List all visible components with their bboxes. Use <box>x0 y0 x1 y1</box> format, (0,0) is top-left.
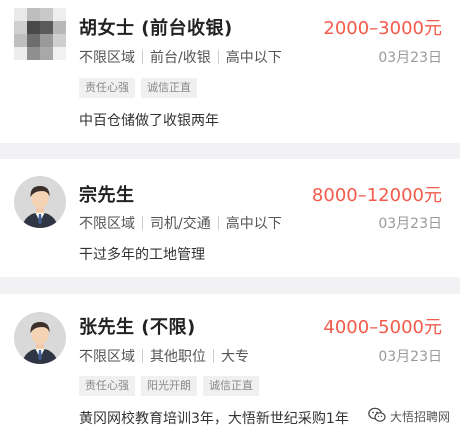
area-label: 不限区域 <box>79 216 135 232</box>
candidate-name: 胡女士 (前台收银) <box>79 18 233 39</box>
position-label: 司机/交通 <box>150 216 211 232</box>
male-avatar-icon <box>14 312 66 364</box>
watermark-text: 大悟招聘网 <box>389 410 450 424</box>
tag: 责任心强 <box>79 376 135 396</box>
tag: 诚信正直 <box>141 78 197 98</box>
tag-list: 责任心强 阳光开朗 诚信正直 <box>79 376 259 396</box>
candidate-card[interactable]: 胡女士 (前台收银) 2000–3000元 不限区域 前台/收银 高中以下 03… <box>0 0 460 143</box>
candidate-description: 黄冈网校教育培训3年，大悟新世纪采购1年 <box>79 411 349 427</box>
divider <box>142 216 143 230</box>
area-label: 不限区域 <box>79 349 135 365</box>
candidate-meta: 不限区域 前台/收银 高中以下 <box>79 47 282 67</box>
candidate-card[interactable]: 宗先生 8000–12000元 不限区域 司机/交通 高中以下 03月23日 干… <box>0 159 460 277</box>
candidate-meta: 不限区域 其他职位 大专 <box>79 346 249 366</box>
education-label: 大专 <box>221 349 249 365</box>
tag-list: 责任心强 诚信正直 <box>79 78 197 98</box>
tag: 诚信正直 <box>203 376 259 396</box>
divider <box>217 216 219 230</box>
watermark: 大悟招聘网 <box>365 406 452 427</box>
post-date: 03月23日 <box>378 50 442 66</box>
divider <box>217 50 219 64</box>
pixelated-photo-avatar <box>14 8 66 60</box>
candidate-description: 干过多年的工地管理 <box>79 247 205 263</box>
education-label: 高中以下 <box>225 50 282 66</box>
candidate-salary: 4000–5000元 <box>323 317 442 338</box>
candidate-name: 宗先生 <box>79 185 135 206</box>
position-label: 其他职位 <box>150 349 206 365</box>
post-date: 03月23日 <box>378 349 442 365</box>
divider <box>142 50 143 64</box>
divider <box>142 349 143 363</box>
area-label: 不限区域 <box>79 50 135 66</box>
education-label: 高中以下 <box>225 216 282 232</box>
candidate-salary: 2000–3000元 <box>323 18 442 39</box>
wechat-icon <box>368 407 386 426</box>
divider <box>213 349 214 363</box>
candidate-name: 张先生 (不限) <box>79 317 196 338</box>
candidate-meta: 不限区域 司机/交通 高中以下 <box>79 213 282 233</box>
candidate-description: 中百仓储做了收银两年 <box>79 113 219 129</box>
position-label: 前台/收银 <box>150 50 211 66</box>
candidate-salary: 8000–12000元 <box>311 185 442 206</box>
post-date: 03月23日 <box>378 216 442 232</box>
tag: 责任心强 <box>79 78 135 98</box>
male-avatar-icon <box>14 176 66 228</box>
tag: 阳光开朗 <box>141 376 197 396</box>
